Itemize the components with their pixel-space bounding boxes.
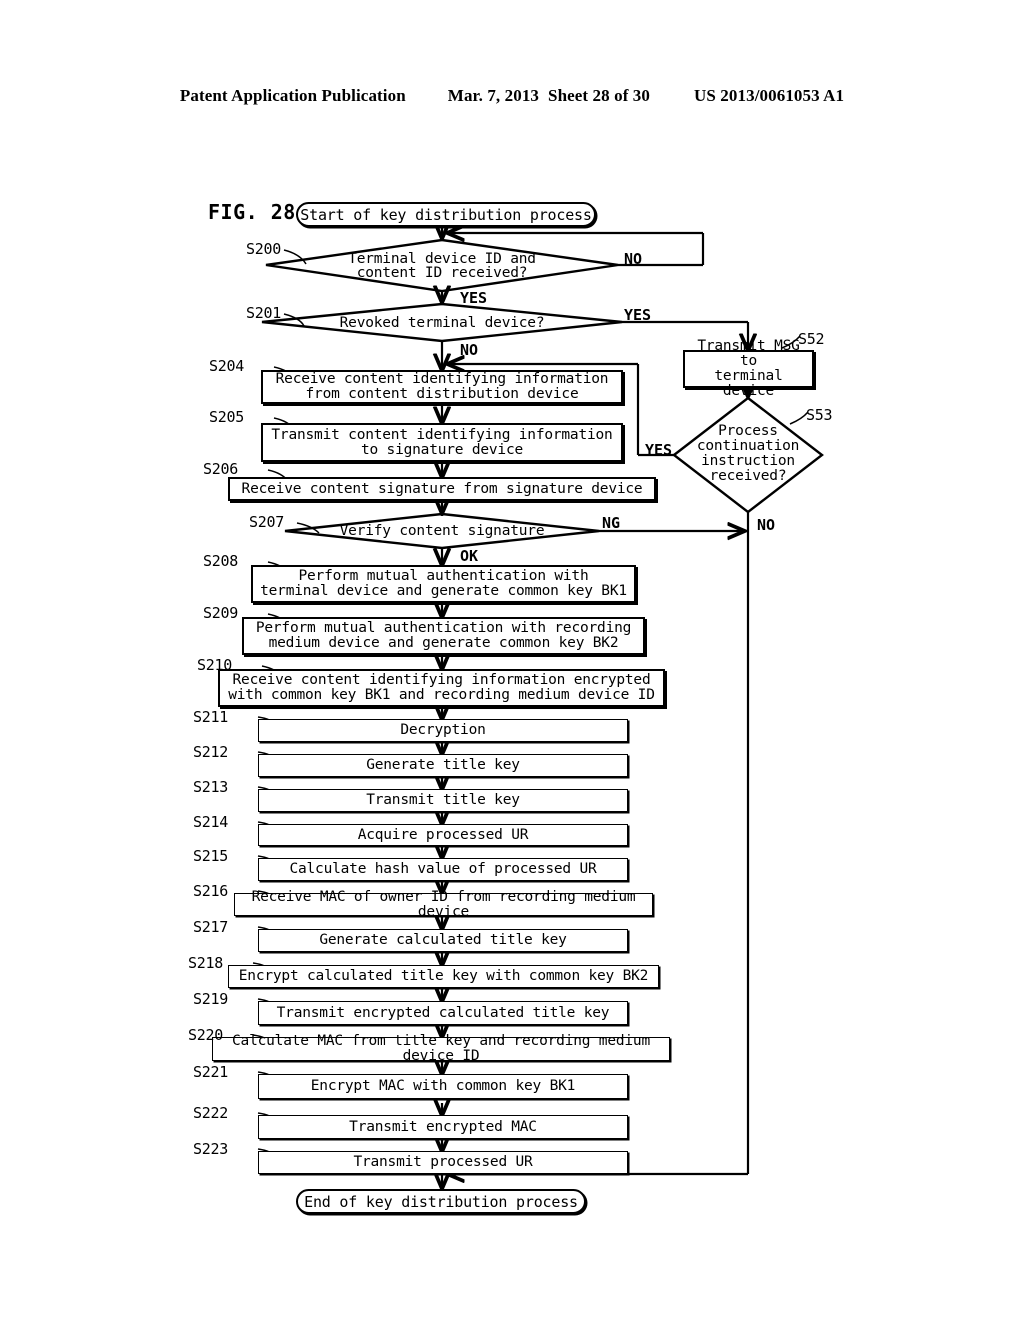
process-box-s218: Encrypt calculated title key with common… bbox=[228, 965, 659, 988]
process-box-s204: Receive content identifying information … bbox=[261, 370, 623, 404]
branch-label-s53-yes: YES bbox=[645, 441, 673, 459]
process-box-s220-label: Calculate MAC from title key and recordi… bbox=[232, 1033, 650, 1064]
process-box-s204-label: Receive content identifying information … bbox=[275, 371, 609, 402]
process-box-s217: Generate calculated title key bbox=[258, 929, 628, 952]
step-id-s220: S220 bbox=[188, 1026, 223, 1044]
process-box-s210: Receive content identifying information … bbox=[218, 669, 665, 707]
step-id-s216: S216 bbox=[193, 882, 228, 900]
step-id-s223: S223 bbox=[193, 1140, 228, 1158]
step-id-s211: S211 bbox=[193, 708, 228, 726]
branch-label-s53-no: NO bbox=[757, 516, 776, 534]
process-box-s221: Encrypt MAC with common key BK1 bbox=[258, 1074, 628, 1099]
process-box-s218-label: Encrypt calculated title key with common… bbox=[238, 968, 649, 985]
process-box-s214: Acquire processed UR bbox=[258, 824, 628, 846]
process-box-s214-label: Acquire processed UR bbox=[357, 826, 529, 843]
process-box-s209: Perform mutual authentication with recor… bbox=[242, 617, 645, 655]
process-box-s209-label: Perform mutual authentication with recor… bbox=[255, 620, 632, 651]
step-id-s53: S53 bbox=[806, 406, 833, 424]
process-box-s222-label: Transmit encrypted MAC bbox=[349, 1118, 537, 1135]
step-id-s212: S212 bbox=[193, 743, 228, 761]
process-box-s216: Receive MAC of owner ID from recording m… bbox=[234, 889, 653, 919]
process-box-s205: Transmit content identifying information… bbox=[261, 423, 623, 462]
step-id-s200: S200 bbox=[246, 240, 281, 258]
process-box-s219-label: Transmit encrypted calculated title key bbox=[276, 1004, 610, 1021]
step-id-s221: S221 bbox=[193, 1063, 228, 1081]
step-id-s205: S205 bbox=[209, 408, 244, 426]
process-box-s220: Calculate MAC from title key and recordi… bbox=[212, 1033, 670, 1064]
step-id-s217: S217 bbox=[193, 918, 228, 936]
process-box-s213-label: Transmit title key bbox=[366, 792, 520, 809]
process-box-s213: Transmit title key bbox=[258, 789, 628, 812]
process-box-s223: Transmit processed UR bbox=[258, 1151, 628, 1174]
process-box-s210-label: Receive content identifying information … bbox=[228, 672, 655, 703]
terminator-start-label: Start of key distribution process bbox=[300, 205, 592, 224]
step-id-s214: S214 bbox=[193, 813, 228, 831]
step-id-s204: S204 bbox=[209, 357, 244, 375]
process-box-s217-label: Generate calculated title key bbox=[319, 932, 567, 949]
step-id-s219: S219 bbox=[193, 990, 228, 1008]
step-id-s222: S222 bbox=[193, 1104, 228, 1122]
step-id-s206: S206 bbox=[203, 460, 238, 478]
step-id-s215: S215 bbox=[193, 847, 228, 865]
step-id-s213: S213 bbox=[193, 778, 228, 796]
process-box-s208: Perform mutual authentication with termi… bbox=[251, 565, 636, 603]
process-box-s212-label: Generate title key bbox=[366, 757, 520, 774]
step-id-s210: S210 bbox=[197, 656, 232, 674]
flowchart: FIG. 28 Start of key distribution proces… bbox=[0, 0, 1024, 1320]
process-box-s215: Calculate hash value of processed UR bbox=[258, 858, 628, 881]
branch-label-s201-yes: YES bbox=[624, 306, 652, 324]
process-box-s215-label: Calculate hash value of processed UR bbox=[289, 861, 597, 878]
decision-s200-label: Terminal device ID and content ID receiv… bbox=[348, 250, 536, 281]
terminator-end: End of key distribution process bbox=[296, 1189, 586, 1214]
process-box-s221-label: Encrypt MAC with common key BK1 bbox=[310, 1078, 576, 1095]
decision-s201-label: Revoked terminal device? bbox=[339, 314, 545, 331]
process-box-s211-label: Decryption bbox=[400, 722, 486, 739]
step-id-s52: S52 bbox=[798, 330, 825, 348]
decision-s207-label: Verify content signature bbox=[339, 522, 545, 539]
branch-label-s207-ng: NG bbox=[602, 514, 621, 532]
process-box-s206: Receive content signature from signature… bbox=[228, 477, 656, 501]
step-id-s209: S209 bbox=[203, 604, 238, 622]
branch-label-s200-yes: YES bbox=[460, 289, 488, 307]
process-box-s205-label: Transmit content identifying information… bbox=[271, 426, 613, 458]
decision-s53-label: Process continuation instruction receive… bbox=[696, 422, 800, 485]
step-id-s207: S207 bbox=[249, 513, 284, 531]
process-box-s211: Decryption bbox=[258, 719, 628, 742]
branch-label-s207-ok: OK bbox=[460, 547, 479, 565]
process-box-s206-label: Receive content signature from signature… bbox=[241, 480, 643, 497]
step-id-s201: S201 bbox=[246, 304, 281, 322]
process-box-s223-label: Transmit processed UR bbox=[353, 1154, 533, 1171]
terminator-start: Start of key distribution process bbox=[296, 202, 596, 227]
step-id-s208: S208 bbox=[203, 552, 238, 570]
process-box-s222: Transmit encrypted MAC bbox=[258, 1115, 628, 1139]
step-id-s218: S218 bbox=[188, 954, 223, 972]
branch-label-s200-no: NO bbox=[624, 250, 643, 268]
process-box-s219: Transmit encrypted calculated title key bbox=[258, 1001, 628, 1025]
process-box-s212: Generate title key bbox=[258, 754, 628, 777]
process-box-s216-label: Receive MAC of owner ID from recording m… bbox=[251, 888, 636, 920]
process-box-s52-label: Transmit MSG to terminal device bbox=[697, 338, 800, 399]
process-box-s52: Transmit MSG to terminal device bbox=[683, 339, 814, 398]
branch-label-s201-no: NO bbox=[460, 341, 479, 359]
terminator-end-label: End of key distribution process bbox=[304, 1192, 578, 1211]
process-box-s208-label: Perform mutual authentication with termi… bbox=[260, 568, 627, 599]
figure-label: FIG. 28 bbox=[208, 200, 296, 224]
